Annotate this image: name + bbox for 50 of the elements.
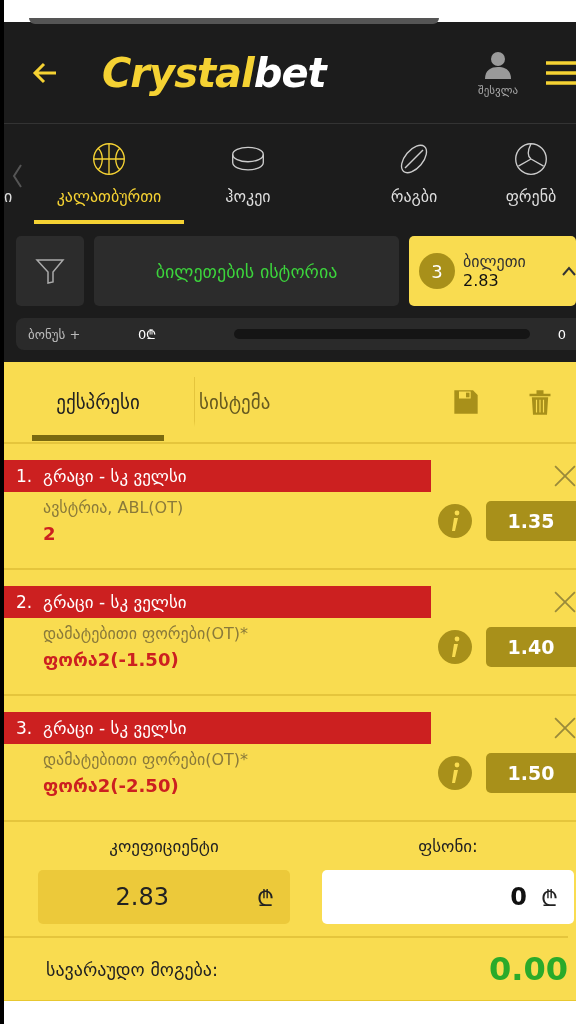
close-icon[interactable] [554,465,576,487]
sport-tab[interactable]: რაგბი [364,141,464,224]
logo: Crystalbet [102,49,326,96]
save-icon[interactable] [452,387,480,417]
bonus-reading: 0 [557,326,566,342]
volleyball-icon [513,141,549,177]
odds-value: 1.35 [486,501,576,541]
bonus-amount: 0₾ [138,326,158,343]
info-icon[interactable] [438,756,472,790]
odds-value: 1.50 [486,753,576,793]
lari-sign: ₾ [541,885,558,912]
basketball-icon [91,141,127,177]
match-title-bar: 3. გრაცი - სკ ველსი [4,712,431,744]
possible-win-label: სავარაუდო მოგება: [46,958,219,980]
bet-pick: 2 [43,523,57,544]
stake-label: ფსონი: [418,836,478,856]
ticket-button[interactable]: 3 ბილეთი 2.83 [409,236,576,306]
lari-sign: ₾ [257,885,274,912]
market-name: ავსტრია, ABL(OT) [43,498,185,517]
match-title-bar: 2. გრაცი - სკ ველსი [4,586,431,618]
sport-tab[interactable]: ი [4,141,26,224]
close-icon[interactable] [554,591,576,613]
bet-pick: ფორა2(-1.50) [43,649,180,670]
info-icon[interactable] [438,630,472,664]
login-label[interactable]: შესვლა [478,83,518,97]
sport-tab[interactable]: ჰოკეი [198,141,298,224]
funnel-icon [35,256,65,286]
market-name: დამატებითი ფორები(OT)* [43,750,250,769]
possible-win-value: 0.00 [489,950,568,988]
close-icon[interactable] [554,717,576,739]
scroll-left-icon[interactable] [12,164,22,188]
ticket-label: ბილეთი [463,252,526,271]
coefficient-label: კოეფიციენტი [109,836,219,856]
bet-type-tab[interactable]: ექსპრესი [32,363,164,441]
ticket-history-button[interactable]: ბილეთების ისტორია [94,236,399,306]
caret-icon [562,266,576,276]
bet-pick: ფორა2(-2.50) [43,775,180,796]
stake-input[interactable]: 0 ₾ [322,870,574,924]
bet-type-tab[interactable]: სისტემა [194,377,281,427]
match-title-bar: 1. გრაცი - სკ ველსი [4,460,431,492]
market-name: დამატებითი ფორები(OT)* [43,624,250,643]
filter-button[interactable] [16,236,84,306]
bonus-label: ბონუს + [28,326,82,342]
odds-value: 1.40 [486,627,576,667]
coefficient-field: 2.83 ₾ [38,870,290,924]
sport-tab[interactable]: კალათბურთი [34,141,184,224]
info-icon[interactable] [438,504,472,538]
sport-tab[interactable]: ფრენბ [486,141,576,224]
ticket-odds: 2.83 [463,271,499,290]
ticket-count-badge: 3 [419,253,455,289]
